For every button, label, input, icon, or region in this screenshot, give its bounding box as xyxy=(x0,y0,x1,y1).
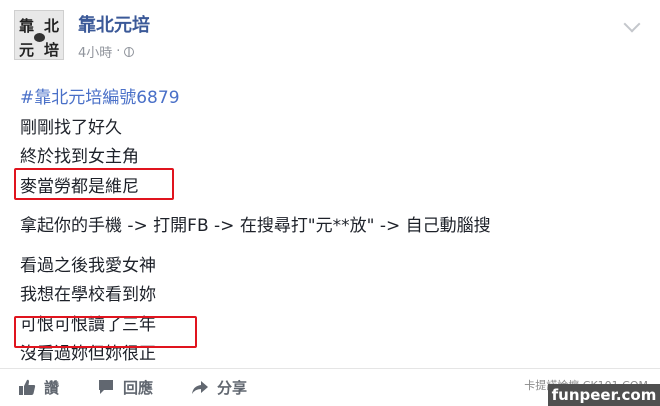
like-label: 讚 xyxy=(44,378,60,397)
post-timestamp[interactable]: 4小時 xyxy=(78,42,112,61)
highlight-box xyxy=(14,168,174,200)
post-line: 看過之後我愛女神 xyxy=(20,255,156,276)
comment-icon xyxy=(99,380,114,394)
avatar-char: 靠 xyxy=(19,17,35,35)
action-bar: 讚 回應 分享 xyxy=(18,374,285,400)
avatar-char: 元 xyxy=(19,41,35,59)
highlight-box xyxy=(14,316,197,348)
avatar-char: 培 xyxy=(44,41,60,59)
post-line: 拿起你的手機 -> 打開FB -> 在搜尋打"元**放" -> 自己動腦搜 xyxy=(20,216,491,236)
post-meta: 4小時 · xyxy=(78,42,135,61)
action-divider xyxy=(0,368,660,369)
like-button[interactable]: 讚 xyxy=(18,377,59,398)
author-name[interactable]: 靠北元培 xyxy=(78,11,150,37)
facebook-post-card: 靠 北 元 培 靠北元培 4小時 · #靠北元培編號6879 剛剛找了好久 終於… xyxy=(0,0,660,406)
share-button[interactable]: 分享 xyxy=(191,377,247,398)
chevron-down-icon[interactable] xyxy=(623,15,641,33)
post-line: 我想在學校看到妳 xyxy=(20,285,156,305)
share-icon xyxy=(192,381,209,394)
post-line: 剛剛找了好久 xyxy=(20,117,122,138)
thumbs-up-icon xyxy=(19,379,36,395)
avatar-char: 北 xyxy=(44,17,60,35)
share-label: 分享 xyxy=(217,378,248,397)
meta-separator: · xyxy=(116,44,121,59)
site-watermark: funpeer.com xyxy=(548,384,660,406)
comment-button[interactable]: 回應 xyxy=(97,377,153,398)
hashtag-link[interactable]: #靠北元培編號6879 xyxy=(20,84,491,114)
avatar-emblem xyxy=(34,33,45,42)
globe-icon[interactable] xyxy=(124,46,135,57)
avatar[interactable]: 靠 北 元 培 xyxy=(14,10,64,60)
comment-label: 回應 xyxy=(123,378,154,397)
